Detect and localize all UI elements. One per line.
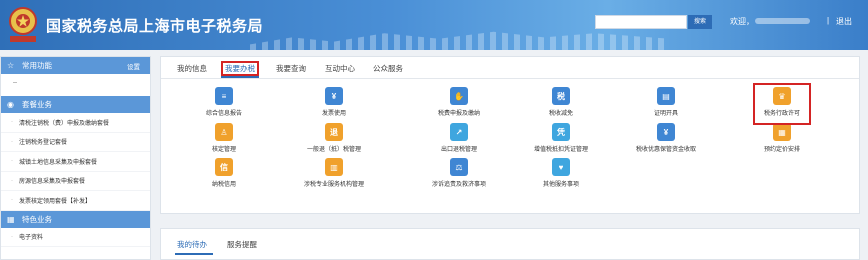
sidebar-section-common[interactable]: ☆ 常用功能 设置: [1, 57, 150, 74]
tab-my-info[interactable]: 我的信息: [177, 63, 207, 74]
sidebar-item-label: 注销税务登记套餐: [19, 140, 68, 147]
search-input[interactable]: [595, 15, 687, 29]
sidebar-item-label: 清税注销税（费）申报及缴纳套餐: [19, 120, 110, 127]
function-label: 税收优惠保管资金收取: [635, 147, 696, 153]
export-refund-icon: ↗: [450, 123, 468, 141]
building-icon: ▥: [325, 158, 343, 176]
function-item[interactable]: ✋ 税费申报及缴纳: [414, 87, 504, 117]
function-item[interactable]: ¥ 发票使用: [289, 87, 379, 117]
function-item[interactable]: 信纳税信用: [179, 158, 269, 188]
stamp-icon: ♙: [215, 123, 233, 141]
bullet-icon: ·: [11, 233, 13, 240]
active-tab-indicator: [175, 253, 213, 255]
tax-emblem-logo: [9, 7, 37, 42]
sidebar-section-label: 常用功能: [22, 61, 52, 70]
sidebar-empty-item: --: [13, 80, 17, 86]
certificate-icon: ▤: [657, 87, 675, 105]
function-item[interactable]: ↗ 出口退税管理: [414, 123, 504, 153]
function-item[interactable]: ¥ 税收优惠保管资金收取: [621, 123, 711, 153]
sidebar-item[interactable]: · 城镇土地信息采集及申报套餐: [1, 152, 150, 172]
function-item[interactable]: ⚖ 涉诉追责及救济事项: [414, 158, 504, 188]
function-label: 预约定价安排: [763, 147, 800, 153]
tax-reduction-icon: 税: [552, 87, 570, 105]
header-separator: |: [827, 16, 830, 25]
function-label: 税收减免: [548, 111, 573, 117]
sidebar: ☆ 常用功能 设置 -- ◉ 套餐业务 · 清税注销税（费）申报及缴纳套餐 · 注销…: [0, 56, 151, 260]
function-label: 综合信息报告: [205, 111, 242, 117]
function-label: 税费申报及缴纳: [437, 111, 480, 117]
tab-query[interactable]: 我要查询: [276, 63, 306, 74]
calendar-icon: ▦: [773, 123, 791, 141]
function-label: 一般退（抵）税管理: [306, 147, 361, 153]
function-label: 涉诉追责及救济事项: [431, 182, 486, 188]
main-tabs: 我的信息 我要办税 我要查询 互动中心 公众服务: [161, 57, 859, 79]
function-item[interactable]: ♙ 核定管理: [179, 123, 269, 153]
function-label: 核定管理: [211, 147, 236, 153]
user-name: [755, 18, 810, 24]
function-label: 出口退税管理: [440, 147, 477, 153]
bullet-icon: ·: [11, 138, 13, 145]
tax-payment-icon: ✋: [450, 87, 468, 105]
layers-icon: ◉: [7, 100, 14, 109]
fund-collection-icon: ¥: [657, 123, 675, 141]
sidebar-item[interactable]: · 房源信息采集及申报套餐: [1, 172, 150, 191]
main-panel: 我的信息 我要办税 我要查询 互动中心 公众服务 ≡ 综合信息报告 ¥ 发票使用 ✋ 税费…: [160, 56, 860, 214]
sidebar-item[interactable]: · 电子资料: [1, 228, 150, 247]
sidebar-item-label: 电子资料: [19, 235, 44, 242]
function-label: 纳税信用: [211, 182, 236, 188]
sidebar-item-label: 发票核定领用套餐【补发】: [19, 198, 92, 205]
sidebar-item[interactable]: · 注销税务登记套餐: [1, 133, 150, 152]
function-item[interactable]: ≡ 综合信息报告: [179, 87, 269, 117]
tab-my-todo[interactable]: 我的待办: [177, 239, 207, 250]
tab-public-service[interactable]: 公众服务: [373, 63, 403, 74]
logout-link[interactable]: 退出: [836, 16, 852, 27]
refund-icon: 退: [325, 123, 343, 141]
site-header: 国家税务总局上海市电子税务局 搜索 欢迎， | 退出: [0, 0, 868, 50]
document-icon: ≡: [215, 87, 233, 105]
invoice-icon: ¥: [325, 87, 343, 105]
bullet-icon: ·: [11, 119, 13, 126]
credit-icon: 信: [215, 158, 233, 176]
star-icon: ☆: [7, 61, 15, 70]
function-label: 涉税专业服务机构管理: [303, 182, 364, 188]
heart-hands-icon: ♥: [552, 158, 570, 176]
tab-service-reminder[interactable]: 服务提醒: [227, 239, 257, 250]
welcome-text: 欢迎，: [730, 17, 754, 26]
bullet-icon: ·: [11, 158, 13, 165]
function-item[interactable]: 退一般退（抵）税管理: [289, 123, 379, 153]
sidebar-section-label: 特色业务: [22, 214, 52, 224]
bullet-icon: ·: [11, 177, 13, 184]
site-title: 国家税务总局上海市电子税务局: [46, 18, 264, 35]
gavel-icon: ⚖: [450, 158, 468, 176]
highlight-box-tab: [221, 61, 259, 76]
sidebar-item[interactable]: · 发票核定领用套餐【补发】: [1, 191, 150, 211]
settings-link[interactable]: 设置: [127, 61, 140, 71]
bullet-icon: ·: [11, 197, 13, 204]
highlight-box-admin-license: [753, 83, 811, 125]
function-item[interactable]: 税税收减免: [516, 87, 606, 117]
sidebar-item-label: 城镇土地信息采集及申报套餐: [19, 159, 98, 166]
grid-icon: ▦: [7, 214, 15, 224]
tab-interaction[interactable]: 互动中心: [325, 63, 355, 74]
sidebar-item[interactable]: · 清税注销税（费）申报及缴纳套餐: [1, 113, 150, 133]
sidebar-section-special[interactable]: ▦ 特色业务: [1, 210, 150, 228]
active-tab-indicator: [221, 76, 259, 78]
function-item[interactable]: ▥ 涉税专业服务机构管理: [289, 158, 379, 188]
function-item[interactable]: ▤ 证明开具: [621, 87, 711, 117]
function-label: 发票使用: [321, 111, 346, 117]
sidebar-item-label: 房源信息采集及申报套餐: [19, 179, 86, 186]
function-label: 证明开具: [653, 111, 678, 117]
function-label: 其他服务事项: [542, 182, 579, 188]
function-item[interactable]: ♥ 其他服务事项: [516, 158, 606, 188]
vat-voucher-icon: 凭: [552, 123, 570, 141]
search-button[interactable]: 搜索: [688, 15, 712, 29]
function-label: 增值税抵扣凭证管理: [533, 147, 588, 153]
sidebar-section-package[interactable]: ◉ 套餐业务: [1, 96, 150, 113]
sidebar-section-label: 套餐业务: [22, 100, 52, 109]
function-item[interactable]: ▦ 预约定价安排: [737, 123, 827, 153]
todo-panel: 我的待办 服务提醒: [160, 228, 860, 260]
function-item[interactable]: 凭增值税抵扣凭证管理: [516, 123, 606, 153]
